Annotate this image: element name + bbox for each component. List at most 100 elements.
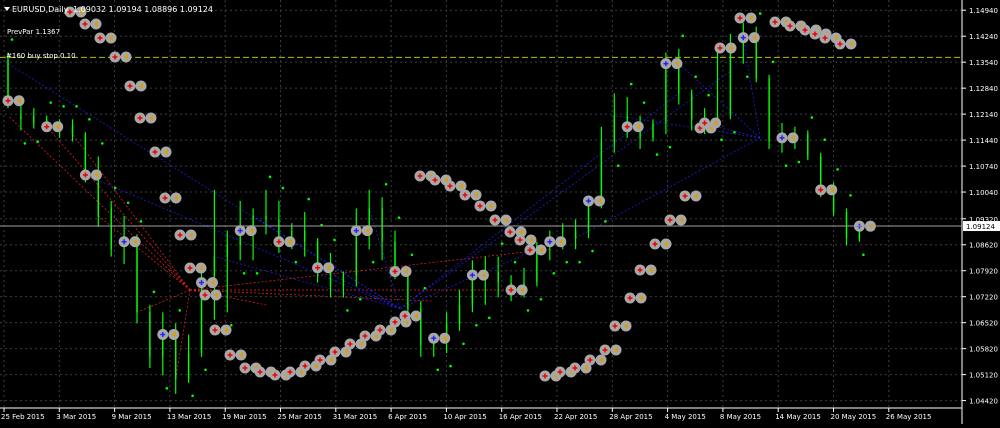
candle-body xyxy=(136,241,138,313)
x-tick-label: 25 Mar 2015 xyxy=(278,413,322,421)
y-tick-label: 1.05820 xyxy=(969,346,998,354)
sar-dot xyxy=(784,164,788,167)
sar-dot xyxy=(268,175,272,179)
sar-dot xyxy=(178,309,181,312)
x-tick-label: 19 Mar 2015 xyxy=(222,413,266,421)
candle-body xyxy=(342,275,345,287)
sar-dot xyxy=(655,153,659,156)
sar-dot xyxy=(152,290,156,294)
sar-dot xyxy=(707,93,710,97)
order-label: #160 buy stop 0.10 xyxy=(6,52,76,60)
prev-par-label: PrevPar 1.1367 xyxy=(7,28,60,36)
candle-body xyxy=(7,59,9,101)
sar-dot xyxy=(242,272,246,275)
candle-body xyxy=(265,215,267,220)
x-tick-label: 14 May 2015 xyxy=(775,413,821,421)
y-tick-label: 1.14240 xyxy=(969,33,998,41)
sar-dot xyxy=(475,323,478,327)
chart-window[interactable]: 1.14940 1.14240 1.13540 1.12840 1.12140 1.114… xyxy=(0,0,1000,424)
candle-body xyxy=(729,45,732,116)
candle-body xyxy=(97,178,99,216)
y-tick-label: 1.07920 xyxy=(969,268,998,276)
sar-dot xyxy=(552,272,556,275)
candle-body xyxy=(355,230,357,276)
sar-dot xyxy=(36,140,40,143)
sar-dot xyxy=(165,387,169,390)
sar-dot xyxy=(526,309,530,312)
candle-body xyxy=(600,141,603,201)
candle-body xyxy=(175,334,177,380)
sar-dot xyxy=(359,297,362,301)
x-tick-label: 16 Apr 2015 xyxy=(499,413,542,421)
sar-dot xyxy=(75,105,78,108)
sar-dot xyxy=(797,160,801,164)
sar-dot xyxy=(230,323,233,327)
y-tick-label: 1.06520 xyxy=(969,320,998,328)
sar-dot xyxy=(333,238,336,242)
candle-body xyxy=(755,37,757,79)
sar-dot xyxy=(449,364,452,368)
x-tick-label: 26 May 2015 xyxy=(886,413,932,421)
sar-dot xyxy=(281,186,285,190)
sar-dot xyxy=(758,12,762,15)
sar-dot xyxy=(513,260,517,264)
candle-body xyxy=(110,208,112,250)
candle-body xyxy=(574,230,577,239)
sar-dot xyxy=(255,272,259,275)
sar-dot xyxy=(849,194,852,197)
x-tick-label: 4 May 2015 xyxy=(665,413,706,421)
candle-body xyxy=(768,78,770,142)
sar-dot xyxy=(771,60,775,64)
candle-body xyxy=(407,271,409,309)
x-tick-label: 6 Apr 2015 xyxy=(388,413,427,421)
sar-dot xyxy=(488,316,491,320)
sar-dot xyxy=(668,145,672,149)
sar-dot xyxy=(720,138,723,142)
sar-dot xyxy=(604,220,607,223)
x-tick-label: 9 Mar 2015 xyxy=(112,413,152,421)
symbol-label: EURUSD,Daily xyxy=(12,5,69,14)
candle-body xyxy=(304,230,306,242)
y-tick-label: 1.07220 xyxy=(969,294,998,302)
y-tick-label: 1.08620 xyxy=(969,242,998,250)
candle-body xyxy=(613,115,615,142)
sar-dot xyxy=(629,82,633,86)
sar-dot xyxy=(836,168,839,171)
sar-dot xyxy=(617,164,620,167)
candle-body xyxy=(691,93,693,120)
candle-body xyxy=(187,353,190,380)
sar-dot xyxy=(823,138,826,142)
sar-dot xyxy=(410,253,414,257)
sar-dot xyxy=(862,253,865,257)
candle-body xyxy=(381,208,383,242)
y-tick-label: 1.12140 xyxy=(969,111,998,119)
x-tick-label: 8 May 2015 xyxy=(720,413,761,421)
y-tick-label: 1.14940 xyxy=(969,7,998,15)
sar-dot xyxy=(101,142,104,145)
sar-dot xyxy=(23,142,27,145)
sar-dot xyxy=(733,131,736,134)
candle-body xyxy=(226,245,228,257)
sar-dot xyxy=(500,242,504,245)
sar-dot xyxy=(539,297,543,301)
sar-dot xyxy=(371,260,375,264)
x-tick-label: 13 Mar 2015 xyxy=(167,413,211,421)
candle-body xyxy=(845,212,848,239)
sar-dot xyxy=(62,105,65,108)
x-tick-label: 3 Mar 2015 xyxy=(56,413,96,421)
sar-dot xyxy=(462,342,465,346)
candle-body xyxy=(20,115,22,120)
sar-dot xyxy=(591,249,594,253)
x-tick-label: 31 Mar 2015 xyxy=(333,413,377,421)
price-chart[interactable]: 1.14940 1.14240 1.13540 1.12840 1.12140 1.114… xyxy=(0,0,1000,424)
sar-dot xyxy=(681,34,685,38)
ohlc-label: 1.09032 1.09194 1.08896 1.09124 xyxy=(73,5,213,14)
x-tick-label: 28 Apr 2015 xyxy=(609,413,652,421)
current-price-label: 1.09124 xyxy=(966,223,995,231)
sar-dot xyxy=(397,216,401,219)
candle-body xyxy=(497,271,499,283)
y-tick-label: 1.10740 xyxy=(969,163,998,171)
candle-body xyxy=(71,126,74,135)
sar-dot xyxy=(113,186,117,190)
candle-body xyxy=(652,123,654,138)
